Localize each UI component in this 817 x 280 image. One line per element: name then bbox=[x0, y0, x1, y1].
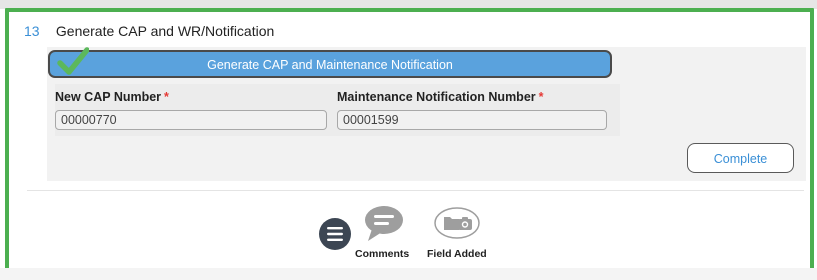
hamburger-lines-icon bbox=[327, 227, 343, 241]
step-number: 13 bbox=[24, 23, 40, 39]
new-cap-number-label: New CAP Number * bbox=[55, 90, 169, 104]
step-title: Generate CAP and WR/Notification bbox=[55, 23, 275, 39]
folder-camera-icon[interactable] bbox=[434, 207, 480, 239]
maintenance-notification-number-label: Maintenance Notification Number * bbox=[337, 90, 544, 104]
new-cap-number-field: New CAP Number * bbox=[55, 84, 338, 136]
divider bbox=[27, 190, 804, 191]
complete-button[interactable]: Complete bbox=[687, 143, 794, 173]
page-bottom-strip bbox=[0, 268, 817, 280]
field-added-label[interactable]: Field Added bbox=[427, 248, 487, 260]
maintenance-notification-number-label-text: Maintenance Notification Number bbox=[337, 90, 536, 104]
comments-label[interactable]: Comments bbox=[355, 248, 409, 260]
hamburger-menu-icon[interactable] bbox=[319, 218, 351, 250]
speech-bubble-icon[interactable] bbox=[364, 205, 404, 243]
required-marker: * bbox=[164, 90, 169, 104]
required-marker: * bbox=[538, 90, 544, 104]
generate-button-label: Generate CAP and Maintenance Notificatio… bbox=[207, 58, 453, 72]
generate-cap-notification-button[interactable]: Generate CAP and Maintenance Notificatio… bbox=[48, 47, 612, 78]
maintenance-notification-number-input[interactable] bbox=[337, 110, 607, 130]
maintenance-notification-number-field: Maintenance Notification Number * bbox=[337, 84, 620, 136]
new-cap-number-input[interactable] bbox=[55, 110, 327, 130]
step-header: 13 Generate CAP and WR/Notification bbox=[24, 23, 274, 39]
step-panel: 13 Generate CAP and WR/Notification Gene… bbox=[5, 8, 814, 272]
new-cap-number-label-text: New CAP Number bbox=[55, 90, 162, 104]
